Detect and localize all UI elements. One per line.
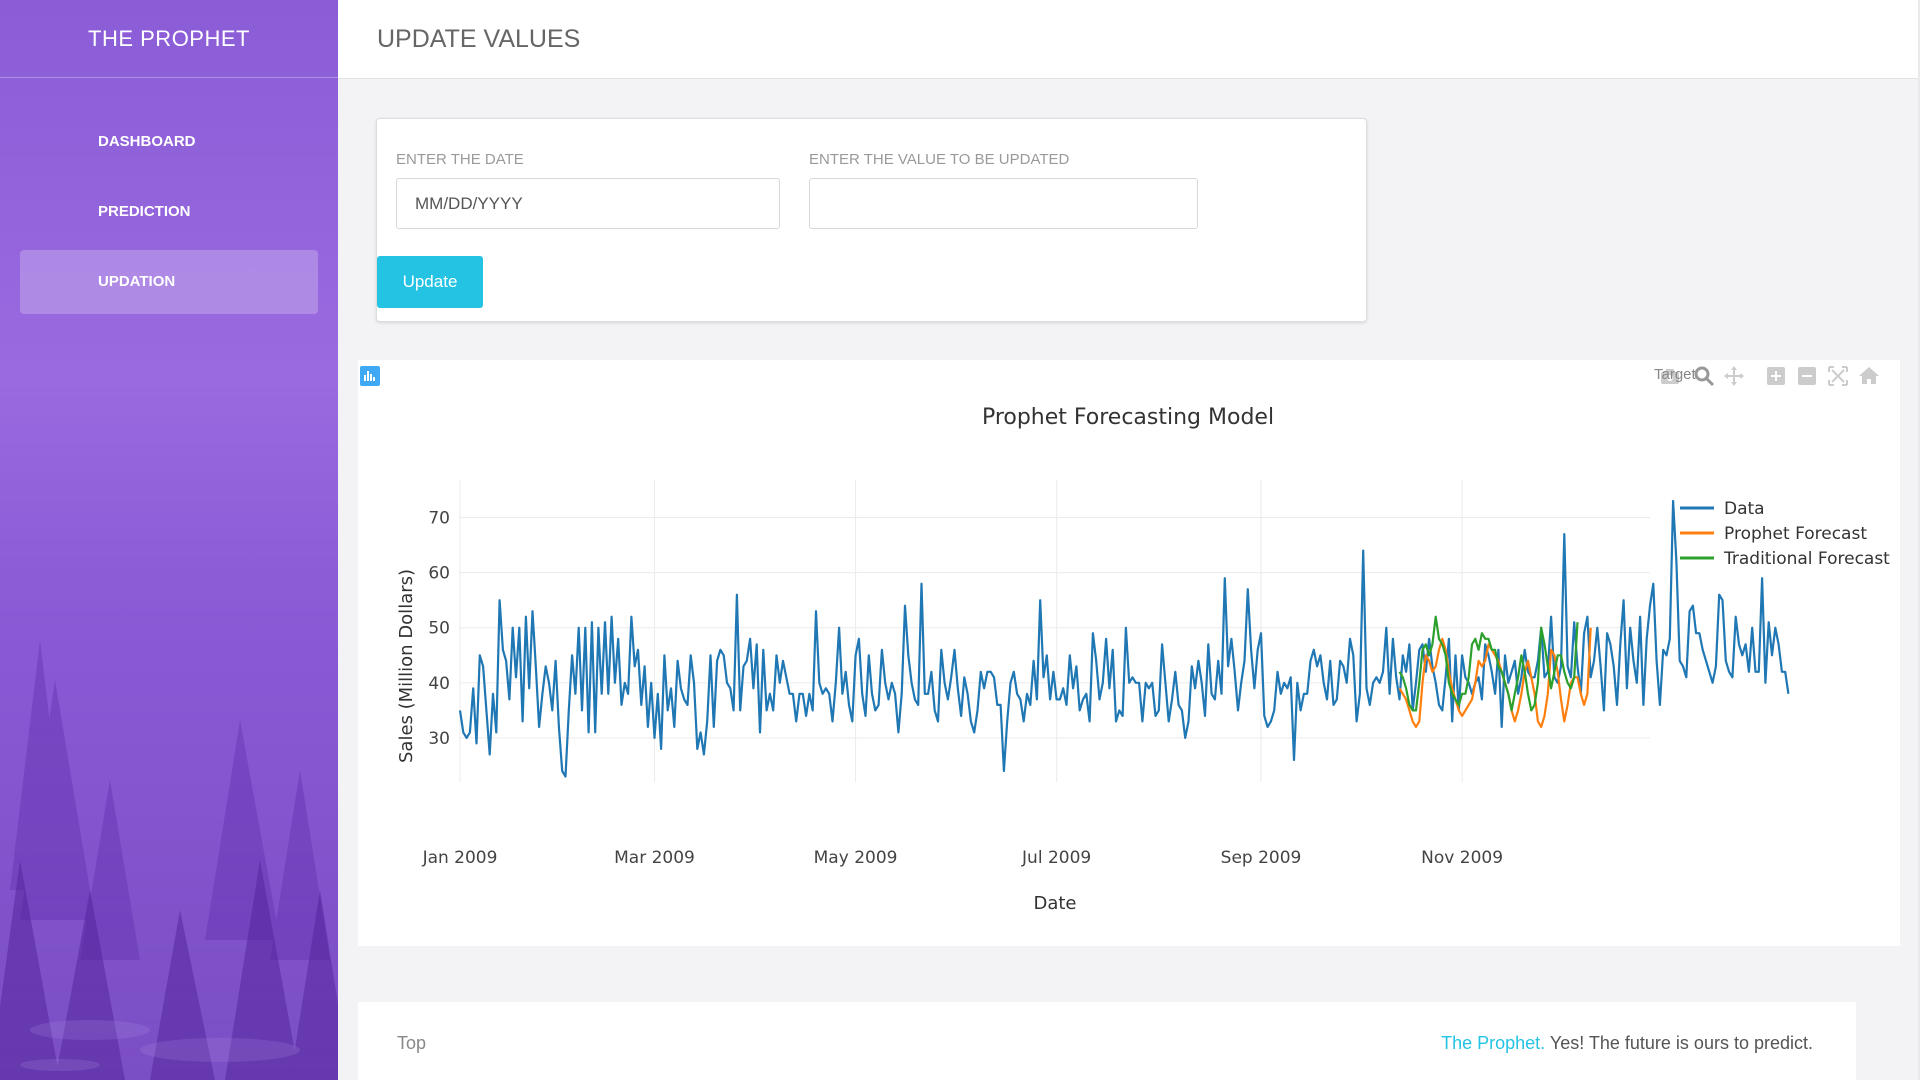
chart-panel: Prophet Forecasting Model 30 40 50 60 70 Jan … (358, 360, 1900, 946)
zoom-in-icon[interactable] (1764, 364, 1788, 388)
sidebar: THE PROPHET DASHBOARD PREDICTION UPDATIO… (0, 0, 338, 1080)
value-field-label: ENTER THE VALUE TO BE UPDATED (809, 151, 1070, 168)
legend-label[interactable]: Traditional Forecast (1723, 549, 1890, 569)
footer-tagline-text: Yes! The future is ours to predict. (1545, 1033, 1813, 1053)
x-tick-label: May 2009 (814, 848, 898, 868)
x-tick-label: Nov 2009 (1421, 848, 1503, 868)
y-tick-label: 60 (428, 564, 450, 584)
x-tick-label: Sep 2009 (1221, 848, 1302, 868)
y-axis-label: Sales (Million Dollars) (396, 569, 417, 763)
autoscale-icon[interactable] (1826, 364, 1850, 388)
brand-title[interactable]: THE PROPHET (0, 0, 338, 78)
forest-background-image (0, 560, 338, 1080)
top-bar: UPDATE VALUES (338, 0, 1920, 79)
chart-modebar: Target (1500, 364, 1900, 388)
chart-grid (459, 480, 1650, 782)
chart-legend[interactable]: Data Prophet Forecast Traditional Forecast (1680, 499, 1890, 569)
chart-series (458, 499, 1790, 778)
y-tick-label: 50 (428, 619, 450, 639)
pan-icon[interactable] (1722, 364, 1746, 388)
sidebar-nav: DASHBOARD PREDICTION UPDATION (0, 110, 338, 314)
modebar-overlay-text: Target (1654, 366, 1696, 383)
sidebar-item-prediction[interactable]: PREDICTION (20, 180, 318, 244)
y-tick-label: 40 (428, 674, 450, 694)
plotly-logo-icon[interactable] (358, 364, 382, 388)
home-icon[interactable] (1857, 364, 1881, 388)
x-axis-label: Date (1033, 893, 1076, 914)
update-button[interactable]: Update (377, 256, 483, 308)
top-link[interactable]: Top (397, 1033, 426, 1054)
zoom-out-icon[interactable] (1795, 364, 1819, 388)
sidebar-item-updation[interactable]: UPDATION (20, 250, 318, 314)
footer: Top The Prophet. Yes! The future is ours… (358, 1002, 1856, 1080)
update-form-card: ENTER THE DATE ENTER THE VALUE TO BE UPD… (376, 118, 1367, 322)
legend-label[interactable]: Data (1724, 499, 1765, 519)
zoom-icon[interactable] (1692, 364, 1716, 388)
legend-label[interactable]: Prophet Forecast (1724, 524, 1867, 544)
page-title: UPDATE VALUES (377, 25, 581, 53)
date-field-label: ENTER THE DATE (396, 151, 524, 168)
chart-title: Prophet Forecasting Model (982, 405, 1274, 430)
y-tick-label: 70 (428, 509, 450, 529)
x-tick-label: Mar 2009 (614, 848, 695, 868)
x-tick-label: Jan 2009 (422, 848, 498, 868)
y-tick-label: 30 (428, 729, 450, 749)
footer-tagline: The Prophet. Yes! The future is ours to … (1441, 1033, 1813, 1054)
date-input[interactable] (396, 178, 780, 229)
footer-brand-link[interactable]: The Prophet. (1441, 1033, 1545, 1053)
sidebar-item-dashboard[interactable]: DASHBOARD (20, 110, 318, 174)
value-input[interactable] (809, 178, 1198, 229)
forecast-chart: Prophet Forecasting Model 30 40 50 60 70 Jan … (396, 405, 1890, 914)
x-tick-label: Jul 2009 (1021, 848, 1091, 868)
